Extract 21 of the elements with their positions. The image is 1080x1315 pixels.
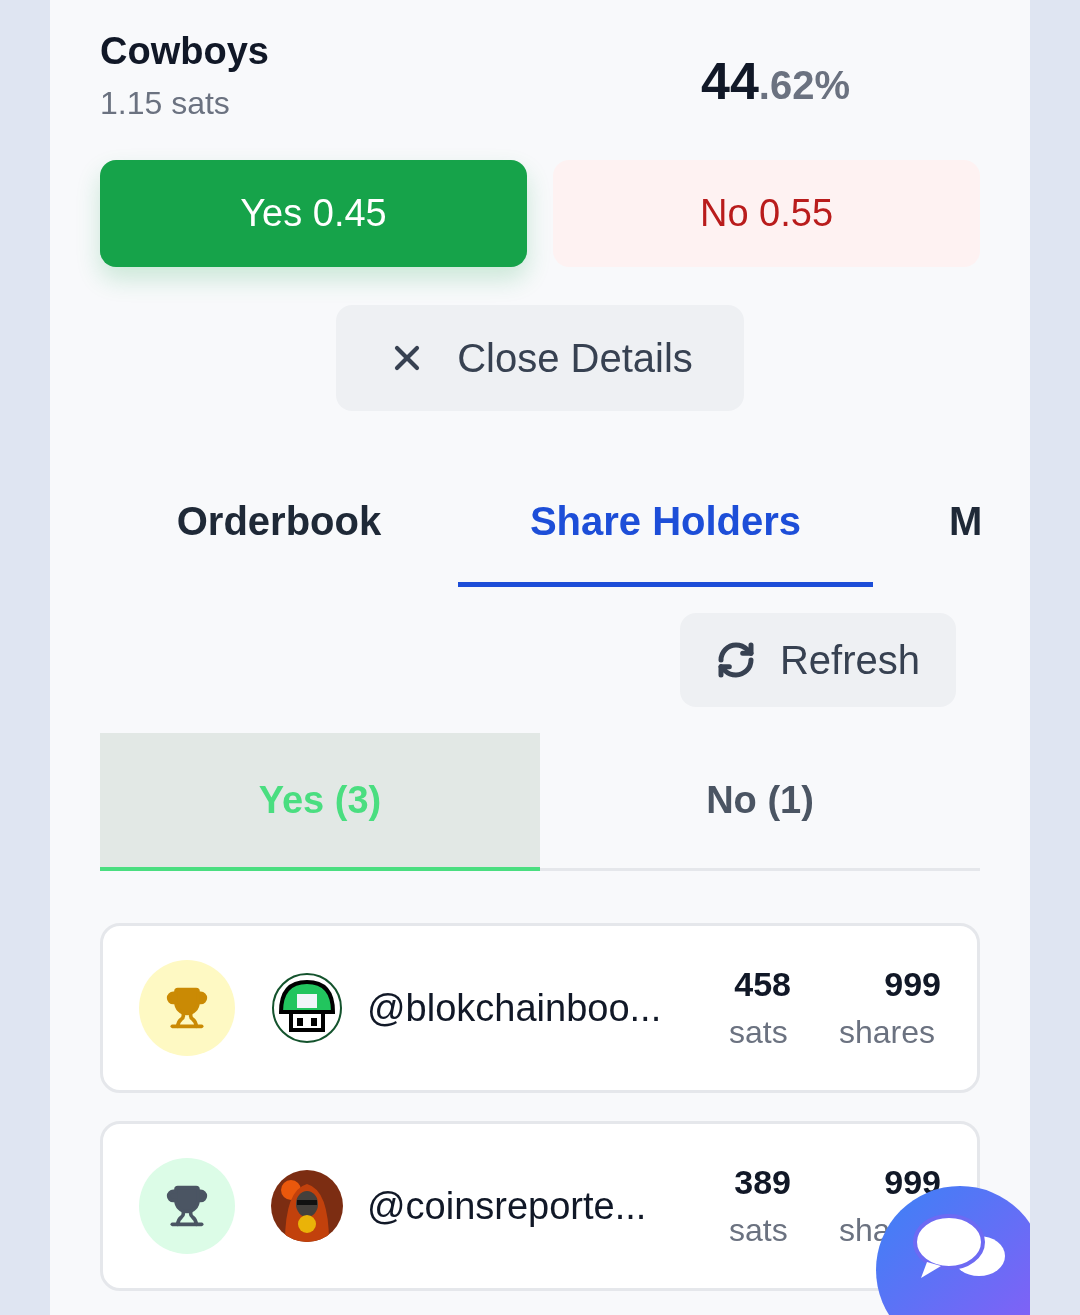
username: @coinsreporte... xyxy=(367,1184,648,1228)
shares-value: 999 xyxy=(883,965,941,1004)
outcome-price: 1.15 sats xyxy=(100,85,231,122)
close-details-button[interactable]: Close Details xyxy=(336,305,744,411)
sats-label: sats xyxy=(729,1014,789,1051)
shares-label: shares xyxy=(838,1014,937,1051)
refresh-icon xyxy=(715,640,756,680)
outcome-name: Cowboys xyxy=(100,30,269,73)
username: @blokchainboo... xyxy=(367,986,663,1030)
shares-value: 999 xyxy=(883,1163,941,1202)
percent-whole: 44 xyxy=(701,51,759,111)
refresh-button[interactable]: Refresh xyxy=(679,613,956,707)
tab[interactable]: M xyxy=(873,461,980,587)
buy-no-button[interactable]: No 0.55 xyxy=(553,160,980,267)
sats-label: sats xyxy=(729,1212,789,1249)
tab[interactable]: Share Holders xyxy=(458,461,873,587)
sats-value: 458 xyxy=(733,965,791,1004)
side-tab[interactable]: No (1) xyxy=(540,733,980,871)
percent-fraction: .62% xyxy=(758,63,850,108)
sats-value: 389 xyxy=(733,1163,791,1202)
tab[interactable]: Orderbook xyxy=(100,461,458,587)
